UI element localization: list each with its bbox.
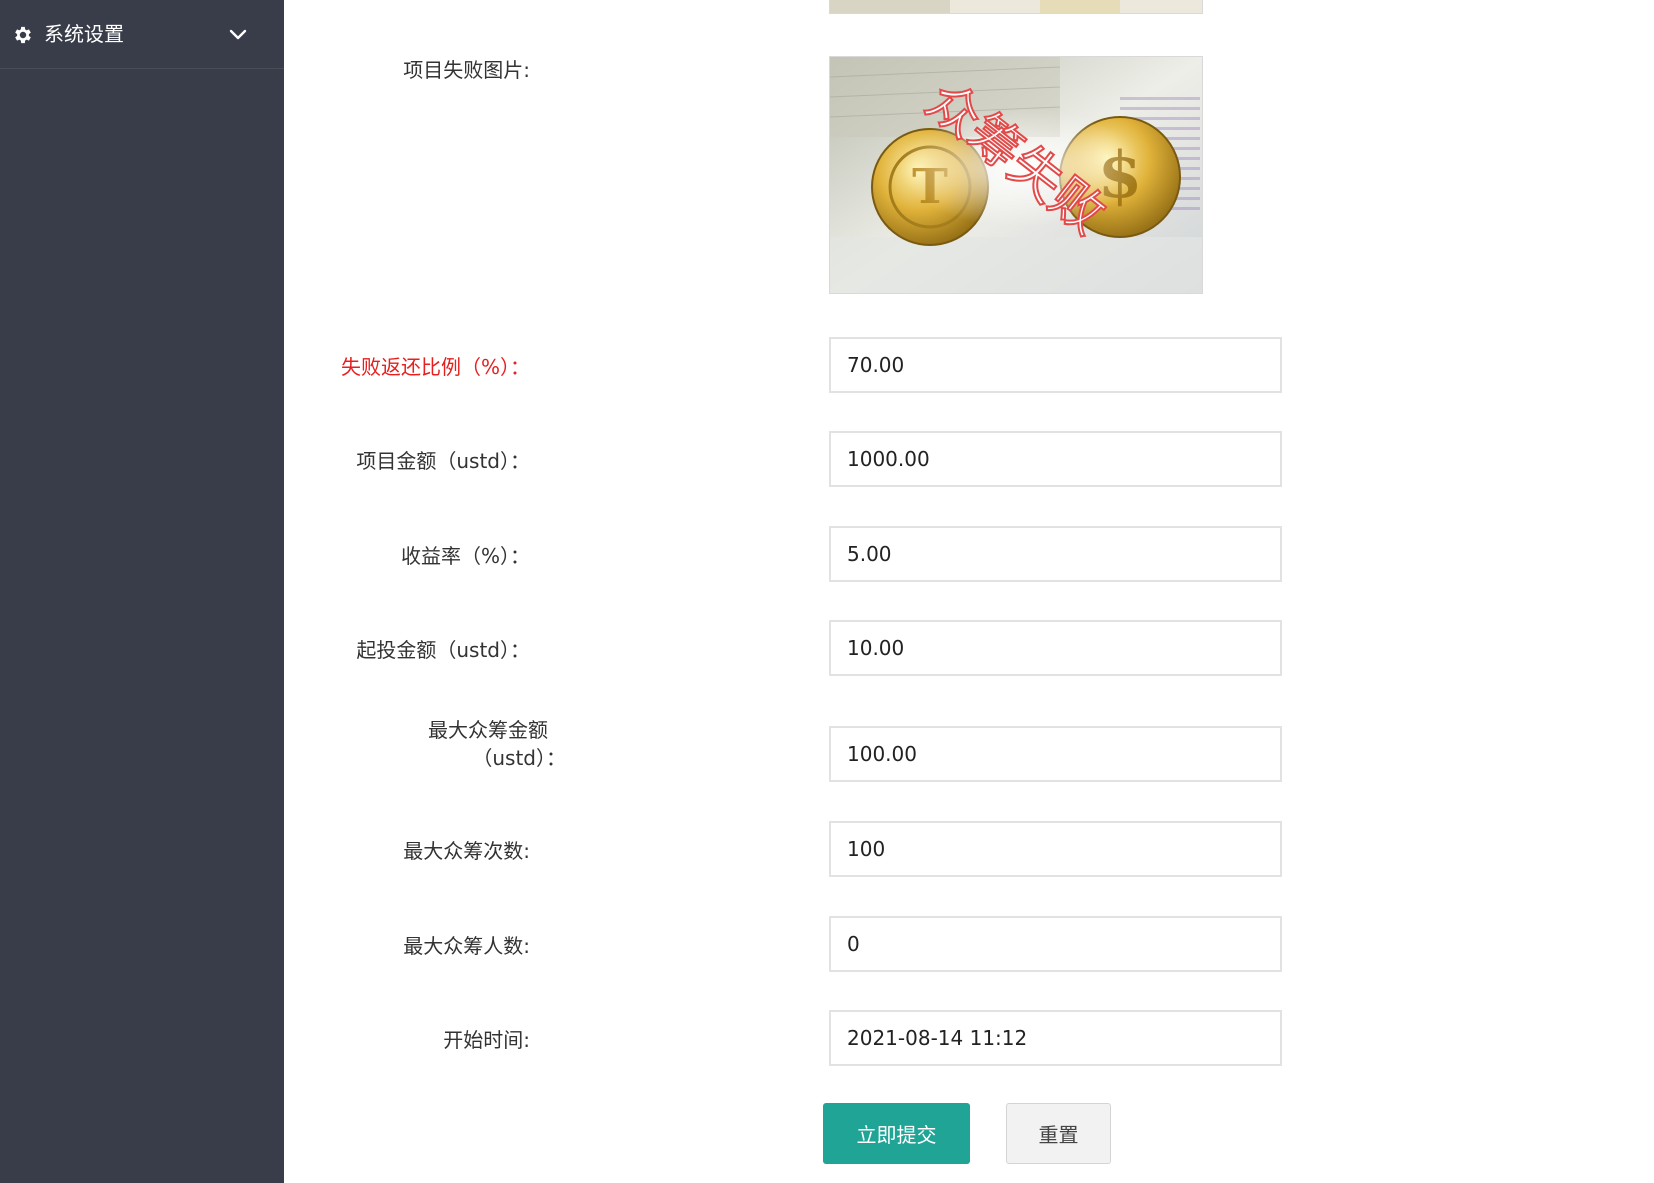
refund-ratio-label: 失败返还比例（%）： bbox=[340, 355, 530, 379]
start-time-input[interactable] bbox=[829, 1010, 1282, 1066]
max-crowdfund-amount-label: 最大众筹金额 （ustd）： bbox=[328, 716, 566, 772]
start-time-label: 开始时间: bbox=[443, 1028, 530, 1052]
chevron-down-icon[interactable] bbox=[228, 26, 248, 44]
main-form: 项目失败图片: 众筹失败 失败返还比例（%）： 70.00 项目金额（ustd）… bbox=[284, 0, 1654, 1183]
refund-ratio-input[interactable] bbox=[829, 337, 1282, 393]
menu-system-settings[interactable]: 系统设置 bbox=[0, 0, 284, 69]
sidebar: 系统设置 bbox=[0, 0, 284, 1183]
max-crowdfund-times-input[interactable] bbox=[829, 821, 1282, 877]
submit-button[interactable]: 立即提交 bbox=[823, 1103, 970, 1164]
project-amount-label: 项目金额（ustd）： bbox=[356, 449, 530, 473]
project-amount-input[interactable] bbox=[829, 431, 1282, 487]
project-image-graphic bbox=[830, 0, 1202, 13]
max-crowdfund-people-label: 最大众筹人数: bbox=[403, 934, 530, 958]
yield-rate-label: 收益率（%）： bbox=[400, 544, 530, 568]
reset-button[interactable]: 重置 bbox=[1006, 1103, 1111, 1164]
max-crowdfund-amount-input[interactable] bbox=[829, 726, 1282, 782]
fail-image-preview: T $ 众筹失败 bbox=[829, 56, 1203, 294]
max-crowdfund-people-input[interactable] bbox=[829, 916, 1282, 972]
fail-image-graphic: T $ 众筹失败 bbox=[830, 57, 1202, 293]
max-crowdfund-amount-label-line1: 最大众筹金额 bbox=[428, 718, 548, 742]
min-invest-input[interactable] bbox=[829, 620, 1282, 676]
max-crowdfund-times-label: 最大众筹次数: bbox=[403, 839, 530, 863]
yield-rate-input[interactable] bbox=[829, 526, 1282, 582]
min-invest-label: 起投金额（ustd）： bbox=[356, 638, 530, 662]
max-crowdfund-amount-label-line2: （ustd）： bbox=[472, 746, 566, 770]
project-image-preview bbox=[829, 0, 1203, 14]
fail-image-label: 项目失败图片: bbox=[403, 58, 530, 82]
gear-icon bbox=[15, 26, 31, 44]
menu-title: 系统设置 bbox=[44, 22, 124, 46]
